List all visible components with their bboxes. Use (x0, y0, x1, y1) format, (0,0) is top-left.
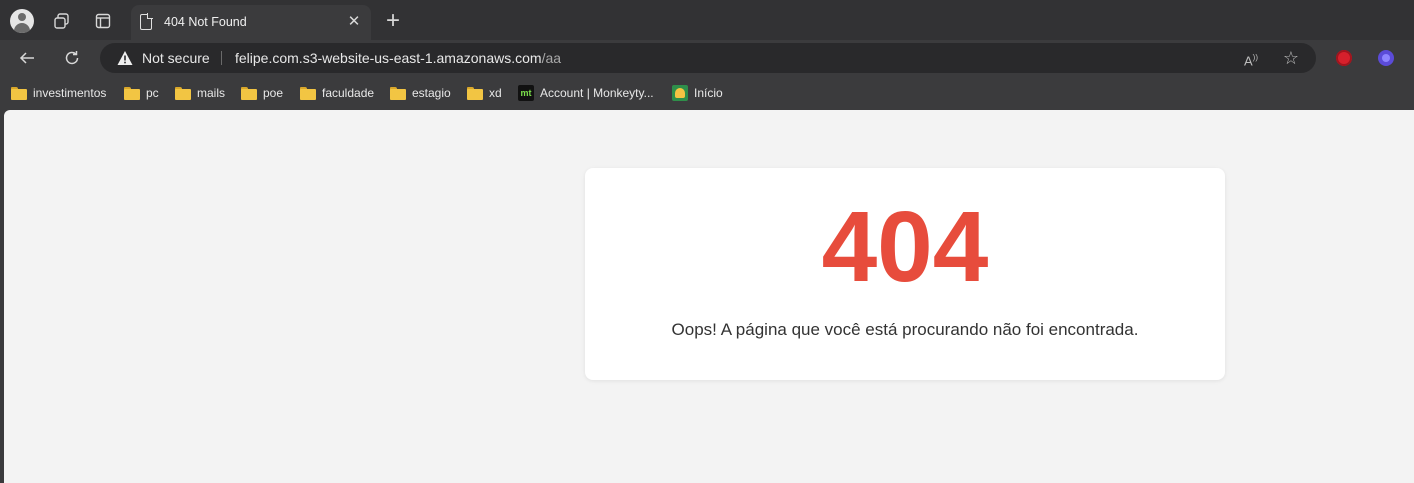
page-icon (140, 13, 153, 30)
read-aloud-icon[interactable]: A)) (1241, 48, 1261, 68)
address-bar[interactable]: Not secure felipe.com.s3-website-us-east… (100, 43, 1316, 73)
bookmark-investimentos[interactable]: investimentos (11, 84, 106, 102)
folder-icon (11, 86, 27, 100)
error-code: 404 (821, 191, 989, 303)
bookmark-pc[interactable]: pc (124, 84, 159, 102)
url-path: /aa (541, 50, 562, 66)
folder-icon (467, 86, 483, 100)
warning-icon (117, 51, 133, 65)
profile-button[interactable] (9, 8, 35, 34)
bookmark-label: pc (146, 86, 159, 100)
folder-icon (300, 86, 316, 100)
bookmark-monkeytype[interactable]: mt Account | Monkeyty... (518, 84, 654, 102)
extension-red-icon[interactable] (1336, 50, 1352, 66)
bookmark-faculdade[interactable]: faculdade (300, 84, 374, 102)
bookmark-label: Início (694, 86, 723, 100)
reload-button[interactable] (58, 44, 86, 72)
vertical-tabs-button[interactable] (90, 8, 116, 34)
bookmark-mails[interactable]: mails (175, 84, 225, 102)
favorite-star-icon[interactable]: ☆ (1281, 48, 1301, 68)
page-viewport: 404 Oops! A página que você está procura… (4, 110, 1414, 483)
bookmark-label: poe (263, 86, 284, 100)
folder-icon (175, 86, 191, 100)
bookmark-label: xd (489, 86, 502, 100)
bookmark-poe[interactable]: poe (241, 84, 283, 102)
bookmark-label: mails (197, 86, 226, 100)
bookmark-label: investimentos (33, 86, 107, 100)
bookmark-estagio[interactable]: estagio (390, 84, 451, 102)
new-tab-button[interactable]: + (380, 8, 406, 34)
workspaces-button[interactable] (49, 8, 75, 34)
tab-title: 404 Not Found (164, 15, 247, 29)
tab-404-not-found[interactable]: 404 Not Found ✕ (131, 5, 371, 40)
profile-avatar-icon (10, 9, 34, 33)
classroom-icon (672, 85, 688, 101)
close-icon[interactable]: ✕ (345, 13, 363, 31)
bookmarks-bar: investimentos pc mails poe faculdade est… (0, 76, 1414, 110)
folder-icon (124, 86, 140, 100)
monkeytype-icon: mt (518, 85, 534, 101)
bookmark-label: Account | Monkeyty... (540, 86, 654, 100)
bookmark-label: estagio (412, 86, 451, 100)
folder-icon (241, 86, 257, 100)
extension-purple-icon[interactable] (1378, 50, 1394, 66)
workspaces-icon (54, 13, 69, 29)
error-message: Oops! A página que você está procurando … (671, 320, 1139, 339)
url-text[interactable]: felipe.com.s3-website-us-east-1.amazonaw… (235, 50, 561, 66)
back-arrow-icon (19, 52, 34, 64)
address-divider (221, 51, 222, 65)
back-button[interactable] (13, 44, 41, 72)
security-label[interactable]: Not secure (142, 50, 210, 66)
error-card: 404 Oops! A página que você está procura… (585, 168, 1225, 380)
plus-icon: + (385, 7, 400, 34)
bookmark-label: faculdade (322, 86, 375, 100)
tab-strip: 404 Not Found ✕ + (0, 0, 1414, 40)
vertical-tabs-icon (95, 13, 111, 29)
reload-icon (65, 51, 79, 65)
url-host: felipe.com.s3-website-us-east-1.amazonaw… (235, 50, 542, 66)
bookmark-inicio[interactable]: Início (672, 84, 723, 102)
bookmark-xd[interactable]: xd (467, 84, 502, 102)
toolbar: Not secure felipe.com.s3-website-us-east… (0, 40, 1414, 76)
folder-icon (390, 86, 406, 100)
